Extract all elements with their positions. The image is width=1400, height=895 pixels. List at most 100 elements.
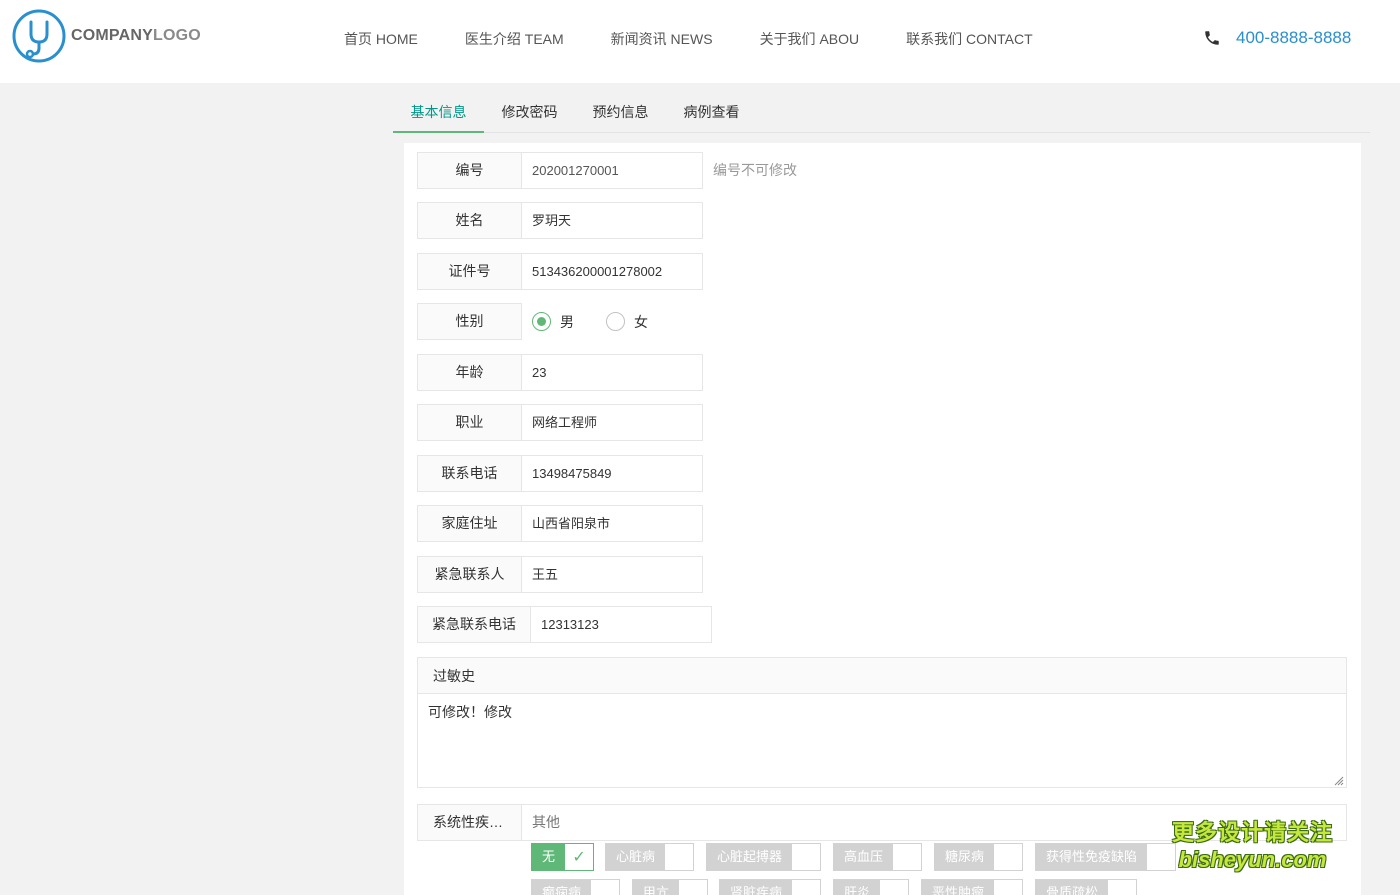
id-field: 202001270001 bbox=[522, 152, 703, 189]
form-row-emergency-phone: 紧急联系电话 12313123 bbox=[417, 606, 712, 643]
checkbox-none-label: 无 bbox=[532, 844, 566, 870]
form-row-phone: 联系电话 13498475849 bbox=[417, 455, 703, 492]
tab-change-password[interactable]: 修改密码 bbox=[484, 96, 575, 133]
age-field[interactable]: 23 bbox=[522, 354, 703, 391]
nav-news[interactable]: 新闻资讯 NEWS bbox=[611, 29, 713, 49]
age-label: 年龄 bbox=[417, 354, 522, 391]
emergency-contact-label: 紧急联系人 bbox=[417, 556, 522, 593]
radio-empty-icon bbox=[606, 312, 625, 331]
nav-home[interactable]: 首页 HOME bbox=[344, 29, 418, 49]
phone-field[interactable]: 13498475849 bbox=[522, 455, 703, 492]
form-row-id-card: 证件号 513436200001278002 bbox=[417, 253, 703, 290]
checkbox-diabetes-label: 糖尿病 bbox=[935, 844, 995, 870]
checkbox-kidney-disease-label: 肾脏疾病 bbox=[720, 880, 793, 895]
checkbox-malignant-tumor[interactable]: 恶性肿瘤 bbox=[921, 879, 1024, 895]
checkbox-pacemaker[interactable]: 心脏起搏器 bbox=[706, 843, 822, 871]
logo-text: COMPANYLOGO bbox=[71, 27, 201, 44]
checkbox-heart-disease[interactable]: 心脏病 bbox=[605, 843, 695, 871]
checkbox-empty-icon bbox=[1108, 880, 1136, 895]
checkbox-none[interactable]: 无 ✓ bbox=[531, 843, 595, 871]
gender-radio-group: 男 女 bbox=[522, 303, 703, 340]
site-watermark: 更多设计请关注 bisheyun.com bbox=[1172, 815, 1333, 873]
checkbox-immunodeficiency[interactable]: 获得性免疫缺陷 bbox=[1035, 843, 1177, 871]
nav-contact[interactable]: 联系我们 CONTACT bbox=[906, 29, 1033, 49]
phone-label: 联系电话 bbox=[417, 455, 522, 492]
basic-info-panel: 编号 202001270001 编号不可修改 姓名 罗玥天 证件号 513436… bbox=[404, 143, 1361, 895]
profile-tabs: 基本信息 修改密码 预约信息 病例查看 bbox=[393, 96, 1370, 133]
radio-selected-icon bbox=[532, 312, 551, 331]
checkbox-empty-icon bbox=[792, 844, 820, 870]
form-row-job: 职业 网络工程师 bbox=[417, 404, 703, 441]
nav-about[interactable]: 关于我们 ABOU bbox=[760, 29, 860, 49]
checkbox-malignant-tumor-label: 恶性肿瘤 bbox=[922, 880, 995, 895]
checkbox-diabetes[interactable]: 糖尿病 bbox=[934, 843, 1024, 871]
emergency-phone-label: 紧急联系电话 bbox=[417, 606, 531, 643]
checkbox-hypertension[interactable]: 高血压 bbox=[833, 843, 923, 871]
stethoscope-logo-icon bbox=[12, 9, 66, 63]
checkbox-empty-icon bbox=[679, 880, 707, 895]
checkbox-heart-disease-label: 心脏病 bbox=[606, 844, 666, 870]
address-field[interactable]: 山西省阳泉市 bbox=[522, 505, 703, 542]
allergy-text: 可修改！修改 bbox=[428, 704, 512, 720]
checkbox-empty-icon bbox=[665, 844, 693, 870]
checkbox-empty-icon bbox=[792, 880, 820, 895]
emergency-contact-field[interactable]: 王五 bbox=[522, 556, 703, 593]
name-field[interactable]: 罗玥天 bbox=[522, 202, 703, 239]
emergency-phone-field[interactable]: 12313123 bbox=[531, 606, 712, 643]
checkbox-empty-icon bbox=[591, 880, 619, 895]
phone-number[interactable]: 400-8888-8888 bbox=[1236, 28, 1351, 48]
address-label: 家庭住址 bbox=[417, 505, 522, 542]
checkbox-hyperthyroidism[interactable]: 甲亢 bbox=[632, 879, 709, 895]
form-row-age: 年龄 23 bbox=[417, 354, 703, 391]
checkbox-osteoporosis-label: 骨质疏松 bbox=[1036, 880, 1109, 895]
checkbox-osteoporosis[interactable]: 骨质疏松 bbox=[1035, 879, 1138, 895]
gender-radio-male[interactable]: 男 bbox=[532, 312, 574, 332]
checkbox-hypertension-label: 高血压 bbox=[834, 844, 894, 870]
checkbox-empty-icon bbox=[994, 880, 1022, 895]
checkbox-pacemaker-label: 心脏起搏器 bbox=[707, 844, 793, 870]
check-icon: ✓ bbox=[572, 849, 586, 866]
id-label: 编号 bbox=[417, 152, 522, 189]
checkbox-hepatitis[interactable]: 肝炎 bbox=[833, 879, 910, 895]
nav-team[interactable]: 医生介绍 TEAM bbox=[465, 29, 564, 49]
tab-case-records[interactable]: 病例查看 bbox=[666, 96, 757, 133]
name-label: 姓名 bbox=[417, 202, 522, 239]
tab-basic-info[interactable]: 基本信息 bbox=[393, 96, 484, 133]
id-hint: 编号不可修改 bbox=[713, 162, 797, 178]
checkbox-immunodeficiency-label: 获得性免疫缺陷 bbox=[1036, 844, 1148, 870]
form-row-name: 姓名 罗玥天 bbox=[417, 202, 703, 239]
checkbox-hyperthyroidism-label: 甲亢 bbox=[633, 880, 680, 895]
gender-male-label: 男 bbox=[560, 313, 574, 330]
form-row-address: 家庭住址 山西省阳泉市 bbox=[417, 505, 703, 542]
resize-grip-icon[interactable] bbox=[1332, 774, 1344, 786]
checkbox-empty-icon bbox=[1147, 844, 1175, 870]
checkbox-empty-icon bbox=[893, 844, 921, 870]
top-header: COMPANYLOGO 首页 HOME 医生介绍 TEAM 新闻资讯 NEWS … bbox=[0, 0, 1400, 83]
job-field[interactable]: 网络工程师 bbox=[522, 404, 703, 441]
checkbox-hepatitis-label: 肝炎 bbox=[834, 880, 881, 895]
allergy-title: 过敏史 bbox=[418, 658, 1346, 694]
watermark-line2: bisheyun.com bbox=[1178, 847, 1327, 872]
company-logo[interactable]: COMPANYLOGO bbox=[11, 8, 201, 64]
form-row-gender: 性别 男 女 bbox=[417, 303, 703, 340]
allergy-section: 过敏史 可修改！修改 bbox=[417, 657, 1347, 788]
phone-contact: 400-8888-8888 bbox=[1203, 28, 1351, 48]
job-label: 职业 bbox=[417, 404, 522, 441]
gender-female-label: 女 bbox=[634, 313, 648, 330]
id-card-label: 证件号 bbox=[417, 253, 522, 290]
systemic-label: 系统性疾… bbox=[417, 804, 522, 841]
allergy-textarea[interactable]: 可修改！修改 bbox=[418, 694, 1346, 788]
checkbox-empty-icon bbox=[994, 844, 1022, 870]
checkbox-kidney-disease[interactable]: 肾脏疾病 bbox=[719, 879, 822, 895]
checkbox-empty-icon bbox=[880, 880, 908, 895]
id-card-field[interactable]: 513436200001278002 bbox=[522, 253, 703, 290]
main-nav: 首页 HOME 医生介绍 TEAM 新闻资讯 NEWS 关于我们 ABOU 联系… bbox=[344, 29, 1080, 49]
checkbox-epilepsy[interactable]: 癫痫病 bbox=[531, 879, 621, 895]
form-row-emergency-contact: 紧急联系人 王五 bbox=[417, 556, 703, 593]
form-row-id: 编号 202001270001 编号不可修改 bbox=[417, 152, 797, 189]
tab-appointments[interactable]: 预约信息 bbox=[575, 96, 666, 133]
gender-radio-female[interactable]: 女 bbox=[606, 312, 648, 332]
gender-label: 性别 bbox=[417, 303, 522, 340]
phone-icon bbox=[1205, 31, 1219, 45]
watermark-line1: 更多设计请关注 bbox=[1172, 820, 1334, 845]
